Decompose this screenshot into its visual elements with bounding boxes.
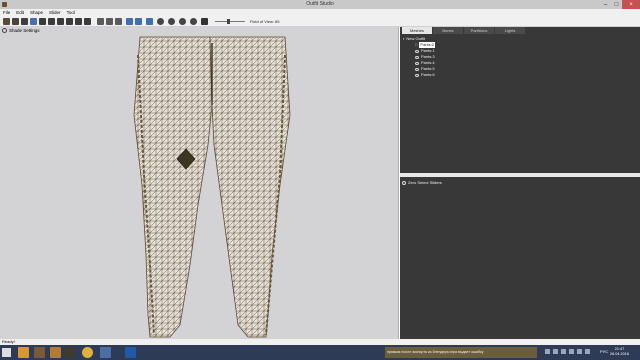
brush-size-small-icon[interactable]: [157, 18, 164, 25]
language-indicator[interactable]: РУС: [600, 349, 608, 354]
chrome-icon[interactable]: [82, 347, 93, 358]
eye-icon[interactable]: [415, 49, 419, 53]
tree-item-label: Pants:6: [421, 72, 435, 77]
tray-icon-4[interactable]: [569, 349, 574, 354]
lighting-icon[interactable]: [135, 18, 142, 25]
expand-circle-icon: [2, 28, 7, 33]
mesh-tree: ▪ New Outfit □ Pants:2 Pants:1 Pants:3 P…: [403, 36, 435, 78]
close-icon[interactable]: ×: [622, 0, 640, 9]
menu-file[interactable]: File: [3, 10, 10, 15]
eye-icon[interactable]: [415, 55, 419, 59]
transform-tool-icon[interactable]: [12, 18, 19, 25]
tab-partitions[interactable]: Partitions: [464, 27, 494, 34]
shade-settings-toggle[interactable]: Shade Settings: [2, 28, 40, 33]
tab-lights[interactable]: Lights: [495, 27, 525, 34]
fov-slider-thumb[interactable]: [227, 19, 230, 24]
brush-mask-icon[interactable]: [30, 18, 37, 25]
toolbar: Field of View: 65: [0, 16, 640, 27]
tray-icon-2[interactable]: [553, 349, 558, 354]
brush-move-icon[interactable]: [57, 18, 64, 25]
tray-icon-6[interactable]: [585, 349, 590, 354]
tray-icon-3[interactable]: [561, 349, 566, 354]
fov-label: Field of View: 65: [250, 19, 280, 24]
zap-icon: [402, 180, 406, 185]
brush-inflate-icon[interactable]: [39, 18, 46, 25]
notification-banner[interactable]: прямым после экспорта из блендера игра в…: [385, 347, 537, 358]
system-tray: [545, 349, 590, 354]
outfit-studio-taskbar-icon[interactable]: [64, 347, 75, 358]
eye-icon[interactable]: [415, 67, 419, 71]
clock-date: 26.04.2016: [610, 352, 630, 356]
tab-meshes[interactable]: Meshes: [402, 27, 432, 34]
tray-icon-5[interactable]: [577, 349, 582, 354]
file-explorer-icon[interactable]: [18, 347, 29, 358]
pants-wireframe-mesh: [133, 36, 291, 338]
fov-slider[interactable]: [215, 21, 245, 22]
photoshop-icon[interactable]: [125, 347, 136, 358]
menu-slider[interactable]: Slider: [49, 10, 61, 15]
window-title: Outfit Studio: [306, 1, 334, 7]
panel-divider[interactable]: [400, 173, 640, 177]
eye-icon[interactable]: [415, 73, 419, 77]
view-front-icon[interactable]: [97, 18, 104, 25]
panel-tabs: Meshes Bones Partitions Lights: [400, 27, 640, 34]
zero-select-sliders-toggle[interactable]: Zero Select Sliders: [402, 180, 442, 185]
maximize-icon[interactable]: □: [611, 0, 622, 9]
shade-settings-label: Shade Settings: [9, 28, 40, 33]
app-icon-6[interactable]: [100, 347, 111, 358]
status-text: Ready!: [2, 339, 15, 344]
brush-size-medium-icon[interactable]: [168, 18, 175, 25]
brush-size-large-icon[interactable]: [179, 18, 186, 25]
folder-app-icon[interactable]: [34, 347, 45, 358]
eye-icon[interactable]: [415, 61, 419, 65]
tray-icon-1[interactable]: [545, 349, 550, 354]
clock[interactable]: 21:47 26.04.2016: [610, 347, 629, 357]
minimize-icon[interactable]: –: [600, 0, 611, 9]
window-controls: – □ ×: [600, 0, 640, 9]
brush-smooth-icon[interactable]: [66, 18, 73, 25]
zero-select-sliders-label: Zero Select Sliders: [408, 180, 442, 185]
menu-shape[interactable]: Shape: [30, 10, 43, 15]
select-tool-icon[interactable]: [3, 18, 10, 25]
app-icon-3[interactable]: [50, 347, 61, 358]
tree-item[interactable]: Pants:6: [403, 72, 435, 78]
view-side-icon[interactable]: [115, 18, 122, 25]
brush-strength-icon[interactable]: [190, 18, 197, 25]
brush-deflate-icon[interactable]: [48, 18, 55, 25]
texture-icon[interactable]: [146, 18, 153, 25]
menu-bar: File Edit Shape Slider Tool: [0, 9, 640, 16]
pivot-tool-icon[interactable]: [21, 18, 28, 25]
expand-icon[interactable]: ▪: [403, 36, 404, 42]
right-panel: Meshes Bones Partitions Lights ▪ New Out…: [400, 27, 640, 339]
brush-color-icon[interactable]: [84, 18, 91, 25]
menu-tool[interactable]: Tool: [67, 10, 75, 15]
wireframe-icon[interactable]: [126, 18, 133, 25]
checkbox-icon[interactable]: □: [415, 42, 417, 48]
brush-weight-icon[interactable]: [75, 18, 82, 25]
pin-icon[interactable]: [201, 18, 208, 25]
view-back-icon[interactable]: [106, 18, 113, 25]
menu-edit[interactable]: Edit: [16, 10, 24, 15]
3d-viewport[interactable]: Shade Settings: [0, 27, 399, 339]
tab-bones[interactable]: Bones: [433, 27, 463, 34]
windows-start-icon[interactable]: [2, 348, 11, 357]
title-bar: Outfit Studio – □ ×: [0, 0, 640, 9]
taskbar: прямым после экспорта из блендера игра в…: [0, 345, 640, 360]
